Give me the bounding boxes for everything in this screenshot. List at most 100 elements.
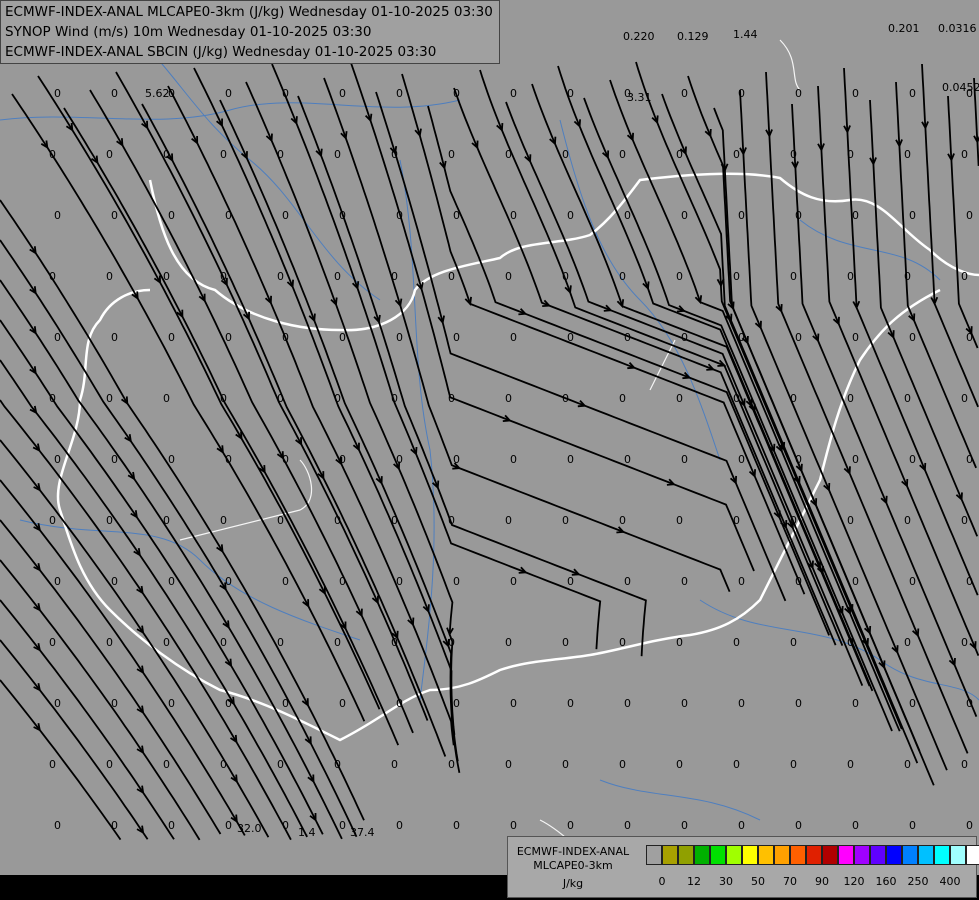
header-line-3: ECMWF-INDEX-ANAL SBCIN (J/kg) Wednesday …	[5, 44, 437, 60]
value-label: 0	[904, 636, 911, 649]
value-label: 0	[562, 758, 569, 771]
value-label: 0	[795, 331, 802, 344]
value-label: 0	[396, 697, 403, 710]
legend-title-2: MLCAPE0-3km	[533, 859, 613, 872]
legend-swatch	[838, 845, 854, 865]
value-label: 0	[909, 453, 916, 466]
value-label: 0	[225, 331, 232, 344]
value-label: 0	[961, 758, 968, 771]
legend-tick-label: 30	[719, 875, 733, 888]
value-label: 0	[904, 270, 911, 283]
value-label: 0	[282, 575, 289, 588]
value-label: 0	[505, 636, 512, 649]
legend-swatch	[918, 845, 934, 865]
value-label: 0	[453, 87, 460, 100]
value-label: 0	[396, 87, 403, 100]
value-label: 0	[681, 575, 688, 588]
value-label: 0	[282, 209, 289, 222]
value-label: 0	[453, 453, 460, 466]
value-label: 37.4	[350, 826, 375, 839]
value-label: 0	[795, 697, 802, 710]
legend-swatch	[902, 845, 918, 865]
legend-swatch	[822, 845, 838, 865]
value-label: 0	[49, 636, 56, 649]
value-label: 0	[220, 270, 227, 283]
value-label: 0	[339, 87, 346, 100]
value-label: 0	[567, 209, 574, 222]
value-label: 0	[966, 209, 973, 222]
value-label: 0	[562, 514, 569, 527]
value-label: 0	[624, 575, 631, 588]
value-label: 0	[106, 636, 113, 649]
legend-swatch	[774, 845, 790, 865]
legend-unit: J/kg	[562, 877, 584, 890]
value-label: 0	[453, 575, 460, 588]
value-label: 0	[220, 514, 227, 527]
value-label: 0	[567, 697, 574, 710]
value-label: 0	[453, 697, 460, 710]
value-label: 0	[852, 453, 859, 466]
value-label: 0	[961, 636, 968, 649]
value-label: 0	[106, 392, 113, 405]
value-label: 0	[909, 575, 916, 588]
value-label: 0	[738, 453, 745, 466]
value-label: 0	[339, 697, 346, 710]
value-label: 0	[396, 575, 403, 588]
legend-swatch	[742, 845, 758, 865]
value-label: 0	[681, 697, 688, 710]
value-label: 0	[619, 148, 626, 161]
value-label: 0	[510, 87, 517, 100]
value-label: 0	[790, 270, 797, 283]
value-label: 0	[54, 819, 61, 832]
value-label: 0	[277, 392, 284, 405]
value-label: 0	[681, 87, 688, 100]
value-label: 0	[619, 392, 626, 405]
value-label: 0	[567, 575, 574, 588]
value-label: 0	[738, 209, 745, 222]
value-label: 0	[54, 575, 61, 588]
value-label: 0	[795, 453, 802, 466]
value-label: 0	[790, 148, 797, 161]
value-label: 0	[168, 697, 175, 710]
value-label: 0	[49, 148, 56, 161]
value-label: 0	[676, 392, 683, 405]
legend-swatch	[678, 845, 694, 865]
value-label: 0	[790, 514, 797, 527]
value-label: 0	[847, 514, 854, 527]
legend-swatch	[694, 845, 710, 865]
value-label: 1.4	[298, 826, 316, 839]
value-label: 0	[790, 758, 797, 771]
value-label: 0	[111, 697, 118, 710]
value-label: 0	[733, 758, 740, 771]
legend-swatch	[758, 845, 774, 865]
value-label: 0	[225, 87, 232, 100]
value-label: 0	[277, 758, 284, 771]
value-label: 0	[733, 514, 740, 527]
value-label: 0	[676, 636, 683, 649]
value-label: 0	[676, 514, 683, 527]
value-label: 0	[163, 636, 170, 649]
value-label: 0	[448, 758, 455, 771]
value-label: 0	[510, 697, 517, 710]
value-label: 0	[448, 514, 455, 527]
value-label: 0	[624, 331, 631, 344]
value-label: 1.44	[733, 28, 758, 41]
value-label: 0	[681, 819, 688, 832]
value-label: 0	[54, 87, 61, 100]
value-label: 0	[106, 514, 113, 527]
value-label: 0	[391, 148, 398, 161]
value-label: 32.0	[237, 822, 262, 835]
value-label: 0	[448, 636, 455, 649]
value-label: 0	[624, 819, 631, 832]
value-label: 0	[567, 87, 574, 100]
value-label: 0	[334, 758, 341, 771]
value-label: 0	[847, 270, 854, 283]
value-label: 0	[453, 819, 460, 832]
value-label: 0	[339, 575, 346, 588]
value-label: 0	[163, 514, 170, 527]
legend-swatch	[934, 845, 950, 865]
legend-tick-label: 0	[658, 875, 666, 888]
value-label: 0	[163, 270, 170, 283]
value-label: 0	[510, 453, 517, 466]
value-label: 0	[795, 575, 802, 588]
